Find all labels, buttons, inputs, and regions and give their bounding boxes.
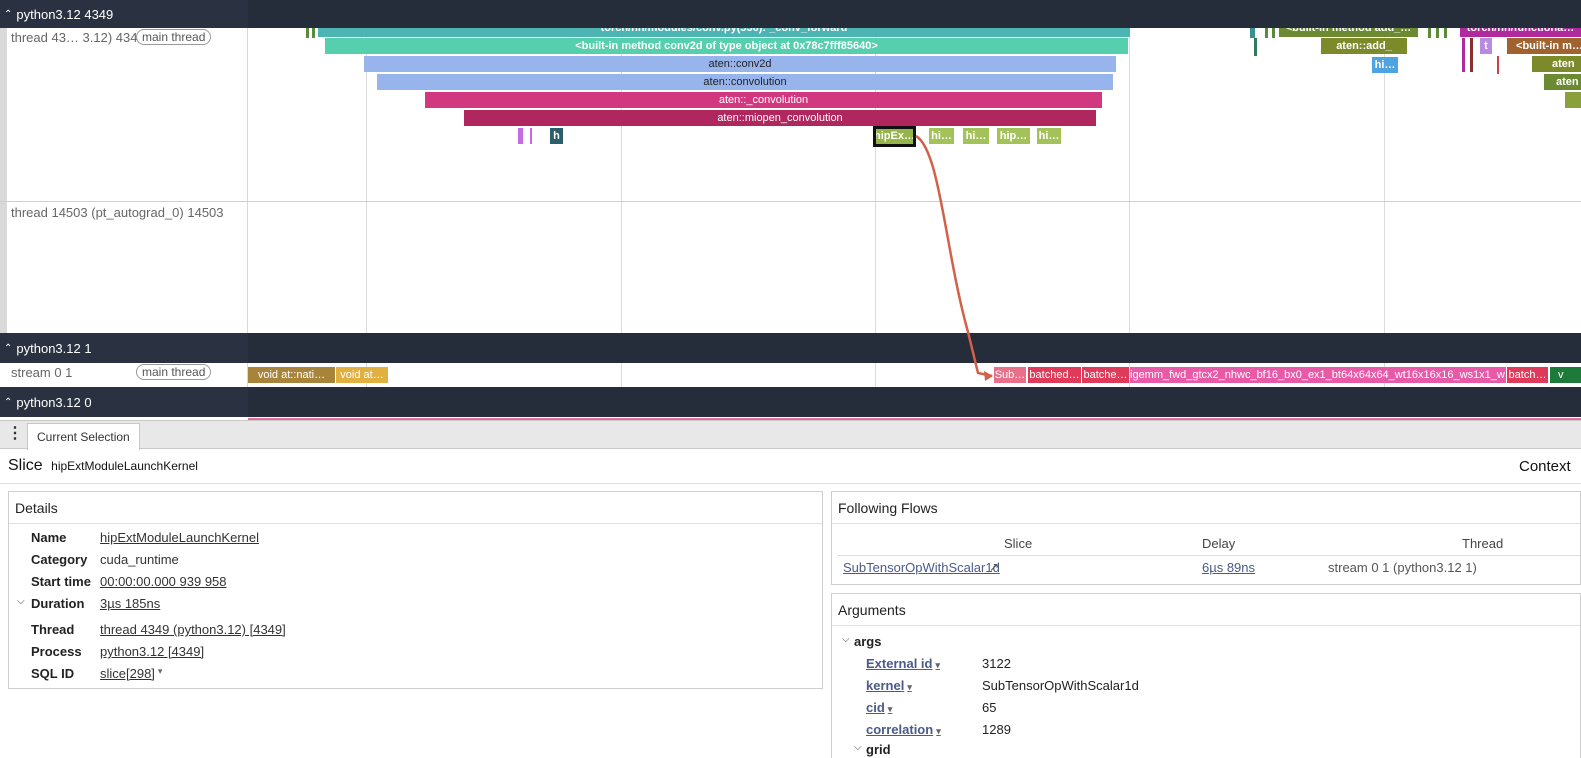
detail-row-name: Name hipExtModuleLaunchKernel (31, 530, 259, 545)
arguments-title: Arguments (832, 594, 1580, 626)
flows-header-row: Slice Delay Thread (838, 534, 1580, 556)
flows-col-thread: Thread (1462, 536, 1504, 551)
detail-row-start: Start time 00:00:00.000 939 958 (31, 574, 227, 589)
flows-col-slice: Slice (1004, 536, 1033, 551)
detail-row-process: Process python3.12 [4349] (31, 644, 204, 659)
arg-key-label[interactable]: correlation (866, 722, 933, 737)
grid-group-label: grid (866, 742, 891, 757)
detail-name-link[interactable]: hipExtModuleLaunchKernel (100, 530, 259, 545)
flows-col-delay: Delay (1202, 536, 1236, 551)
selection-name: hipExtModuleLaunchKernel (51, 459, 198, 473)
dropdown-caret-icon[interactable]: ▾ (936, 726, 941, 736)
details-card: Details Name hipExtModuleLaunchKernel Ca… (8, 491, 823, 689)
detail-key: Thread (31, 622, 75, 637)
following-flows-card: Following Flows Slice Delay Thread SubTe… (831, 491, 1581, 585)
detail-row-thread: Thread thread 4349 (python3.12) [4349] (31, 622, 286, 637)
detail-key: Start time (31, 574, 91, 589)
selection-kind: Slice (8, 457, 43, 474)
title-separator (0, 483, 1581, 484)
detail-sqlid-link[interactable]: slice[298] (100, 666, 155, 681)
details-title: Details (9, 492, 822, 524)
dropdown-caret-icon[interactable]: ▾ (907, 682, 912, 692)
flow-delay-link[interactable]: 6µs 89ns (1202, 560, 1255, 575)
grid-group[interactable]: ⌵ grid (854, 742, 891, 757)
arg-value: 3122 (982, 656, 1011, 671)
arguments-card: Arguments ⌵ args External id ▾ 3122 kerne… (831, 593, 1581, 758)
arg-key[interactable]: kernel ▾ (866, 678, 982, 693)
arg-row: correlation ▾ 1289 (866, 722, 1011, 737)
arg-key-label[interactable]: cid (866, 700, 885, 715)
arg-key[interactable]: External id ▾ (866, 656, 982, 671)
arg-value: SubTensorOpWithScalar1d (982, 678, 1139, 693)
chevron-down-icon[interactable]: ⌵ (17, 596, 31, 611)
panel-tab-bar: ⋮ Current Selection (0, 420, 1581, 450)
flow-thread: stream 0 1 (python3.12 1) (1328, 560, 1477, 575)
detail-start-link[interactable]: 00:00:00.000 939 958 (100, 574, 227, 589)
detail-key: Process (31, 644, 82, 659)
arg-key[interactable]: correlation ▾ (866, 722, 982, 737)
selection-title: Slice hipExtModuleLaunchKernel (8, 457, 198, 475)
arg-key-label[interactable]: kernel (866, 678, 904, 693)
perfetto-ui: { "processes": { "p4349": {"title": "pyt… (0, 0, 1581, 758)
detail-row-category: Category cuda_runtime (31, 552, 179, 567)
flow-arrow-path (915, 134, 993, 378)
arg-row: kernel ▾ SubTensorOpWithScalar1d (866, 678, 1139, 693)
dropdown-caret-icon[interactable]: ▾ (935, 660, 940, 670)
detail-row-duration: ⌵ Duration 3µs 185ns (17, 596, 160, 611)
chevron-down-icon[interactable]: ⌵ (854, 742, 866, 757)
detail-key: SQL ID (31, 666, 75, 681)
detail-process-link[interactable]: python3.12 [4349] (100, 644, 204, 659)
arg-key[interactable]: cid ▾ (866, 700, 982, 715)
external-link-icon[interactable]: ↗ (989, 560, 999, 574)
detail-thread-link[interactable]: thread 4349 (python3.12) [4349] (100, 622, 286, 637)
detail-duration-link[interactable]: 3µs 185ns (100, 596, 160, 611)
detail-key: Category (31, 552, 88, 567)
flow-arrow-head (984, 371, 993, 381)
dropdown-caret-icon[interactable]: ▾ (158, 666, 163, 681)
flows-title: Following Flows (832, 492, 1580, 524)
detail-key: Duration (31, 596, 85, 611)
flow-slice-link[interactable]: SubTensorOpWithScalar1d (843, 560, 1000, 575)
args-group[interactable]: ⌵ args (842, 634, 881, 649)
arg-row: cid ▾ 65 (866, 700, 996, 715)
detail-value: cuda_runtime (100, 552, 179, 567)
arg-value: 65 (982, 700, 997, 715)
args-group-label: args (854, 634, 882, 649)
arg-value: 1289 (982, 722, 1011, 737)
flow-arrow (915, 134, 993, 381)
chevron-down-icon[interactable]: ⌵ (842, 634, 854, 649)
tab-current-selection[interactable]: Current Selection (27, 423, 140, 450)
arg-row: External id ▾ 3122 (866, 656, 1011, 671)
arg-key-label[interactable]: External id (866, 656, 932, 671)
kebab-menu-icon[interactable]: ⋮ (7, 425, 23, 443)
context-label[interactable]: Context (1519, 458, 1571, 475)
detail-key: Name (31, 530, 67, 545)
dropdown-caret-icon[interactable]: ▾ (888, 704, 893, 714)
detail-row-sqlid: SQL ID slice[298] ▾ (31, 666, 162, 681)
